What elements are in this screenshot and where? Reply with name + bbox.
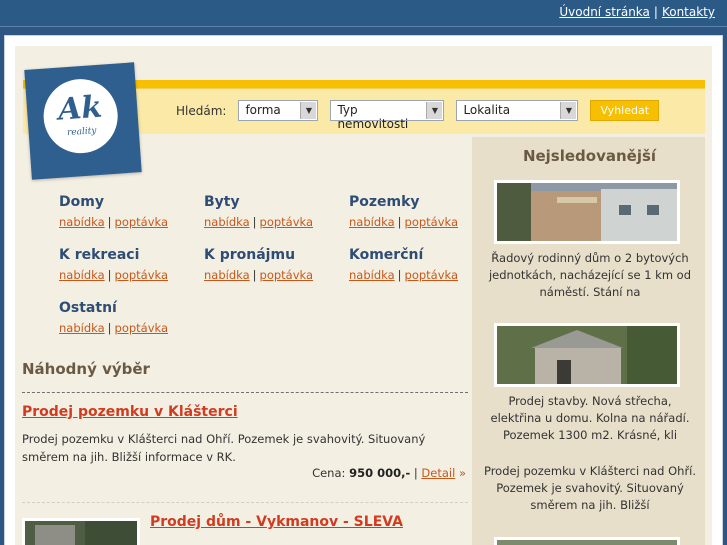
- search-label: Hledám:: [176, 103, 227, 118]
- chevron-down-icon: ▼: [560, 102, 577, 119]
- most-viewed-thumbnail[interactable]: [494, 537, 680, 545]
- photo-image: [497, 183, 677, 241]
- category-title[interactable]: Domy: [59, 194, 199, 210]
- location-select[interactable]: Lokalita ▼: [456, 100, 579, 121]
- category-ostatni: Ostatní nabídka | poptávka: [59, 300, 199, 335]
- demand-link[interactable]: poptávka: [260, 215, 314, 229]
- chevron-down-icon: ▼: [426, 102, 443, 119]
- category-title[interactable]: K rekreaci: [59, 247, 199, 263]
- top-links: Úvodní stránka | Kontakty: [559, 5, 715, 19]
- form-select-value: forma: [245, 103, 281, 117]
- category-domy: Domy nabídka | poptávka: [59, 194, 199, 229]
- search-button[interactable]: Vyhledat: [590, 100, 660, 121]
- offer-link[interactable]: nabídka: [349, 215, 395, 229]
- most-viewed-thumbnail[interactable]: [494, 180, 680, 244]
- category-title[interactable]: Komerční: [349, 247, 489, 263]
- most-viewed-thumbnail[interactable]: [494, 323, 680, 387]
- chevron-right-icon: »: [458, 466, 466, 480]
- search-form: Hledám: forma ▼ Typ nemovitosti ▼ Lokali…: [176, 100, 660, 131]
- offer-link[interactable]: nabídka: [59, 268, 105, 282]
- offer-link[interactable]: nabídka: [59, 215, 105, 229]
- logo-circle: Ak reality: [41, 76, 121, 156]
- category-links: nabídka | poptávka: [59, 215, 169, 229]
- price-value: 950 000,-: [349, 466, 411, 480]
- property-title-link[interactable]: Prodej dům - Vykmanov - SLEVA: [150, 514, 403, 530]
- most-viewed-sidebar: Nejsledovanější Řadový rodinný dům o 2 b…: [472, 137, 705, 545]
- property-title-link[interactable]: Prodej pozemku v Klášterci: [22, 404, 238, 420]
- photo-image: [497, 326, 677, 384]
- item-divider: [22, 502, 468, 503]
- logo[interactable]: Ak reality: [24, 62, 142, 180]
- property-price-row: Cena: 950 000,- | Detail »: [312, 466, 466, 480]
- demand-link[interactable]: poptávka: [405, 268, 459, 282]
- property-type-select-value: Typ nemovitosti: [337, 103, 409, 131]
- contacts-link[interactable]: Kontakty: [662, 5, 715, 19]
- offer-link[interactable]: nabídka: [349, 268, 395, 282]
- category-k-rekreaci: K rekreaci nabídka | poptávka: [59, 247, 199, 282]
- photo-image: [25, 521, 137, 545]
- demand-link[interactable]: poptávka: [260, 268, 314, 282]
- section-divider: [22, 392, 468, 393]
- category-komercni: Komerční nabídka | poptávka: [349, 247, 489, 282]
- category-pozemky: Pozemky nabídka | poptávka: [349, 194, 489, 229]
- demand-link[interactable]: poptávka: [405, 215, 459, 229]
- most-viewed-text: Řadový rodinný dům o 2 bytových jednotká…: [488, 251, 692, 299]
- top-bar: Úvodní stránka | Kontakty: [0, 0, 727, 27]
- offer-link[interactable]: nabídka: [204, 268, 250, 282]
- category-title[interactable]: Ostatní: [59, 300, 199, 316]
- demand-link[interactable]: poptávka: [115, 268, 169, 282]
- category-title[interactable]: K pronájmu: [204, 247, 344, 263]
- category-byty: Byty nabídka | poptávka: [204, 194, 344, 229]
- category-k-pronajmu: K pronájmu nabídka | poptávka: [204, 247, 344, 282]
- chevron-down-icon: ▼: [300, 102, 317, 119]
- price-label: Cena:: [312, 466, 346, 480]
- location-select-value: Lokalita: [463, 103, 511, 117]
- most-viewed-text: Prodej stavby. Nová střecha, elektřina u…: [490, 394, 690, 442]
- category-title[interactable]: Pozemky: [349, 194, 489, 210]
- demand-link[interactable]: poptávka: [115, 321, 169, 335]
- form-select[interactable]: forma ▼: [238, 100, 319, 121]
- offer-link[interactable]: nabídka: [204, 215, 250, 229]
- most-viewed-title: Nejsledovanější: [522, 147, 657, 165]
- category-links: nabídka | poptávka: [59, 268, 169, 282]
- link-separator: |: [653, 5, 658, 19]
- category-links: nabídka | poptávka: [204, 215, 314, 229]
- category-links: nabídka | poptávka: [349, 268, 459, 282]
- home-link[interactable]: Úvodní stránka: [559, 5, 650, 19]
- demand-link[interactable]: poptávka: [115, 215, 169, 229]
- category-links: nabídka | poptávka: [59, 321, 169, 335]
- property-description: Prodej pozemku v Klášterci nad Ohří. Poz…: [22, 432, 426, 464]
- category-links: nabídka | poptávka: [204, 268, 314, 282]
- category-links: nabídka | poptávka: [349, 215, 459, 229]
- property-thumbnail[interactable]: [22, 518, 140, 545]
- logo-text: Ak: [56, 89, 104, 128]
- property-type-select[interactable]: Typ nemovitosti ▼: [330, 100, 445, 131]
- random-selection-heading: Náhodný výběr: [22, 360, 150, 378]
- detail-link[interactable]: Detail: [421, 466, 455, 480]
- category-title[interactable]: Byty: [204, 194, 344, 210]
- most-viewed-text: Prodej pozemku v Klášterci nad Ohří. Poz…: [483, 464, 697, 512]
- offer-link[interactable]: nabídka: [59, 321, 105, 335]
